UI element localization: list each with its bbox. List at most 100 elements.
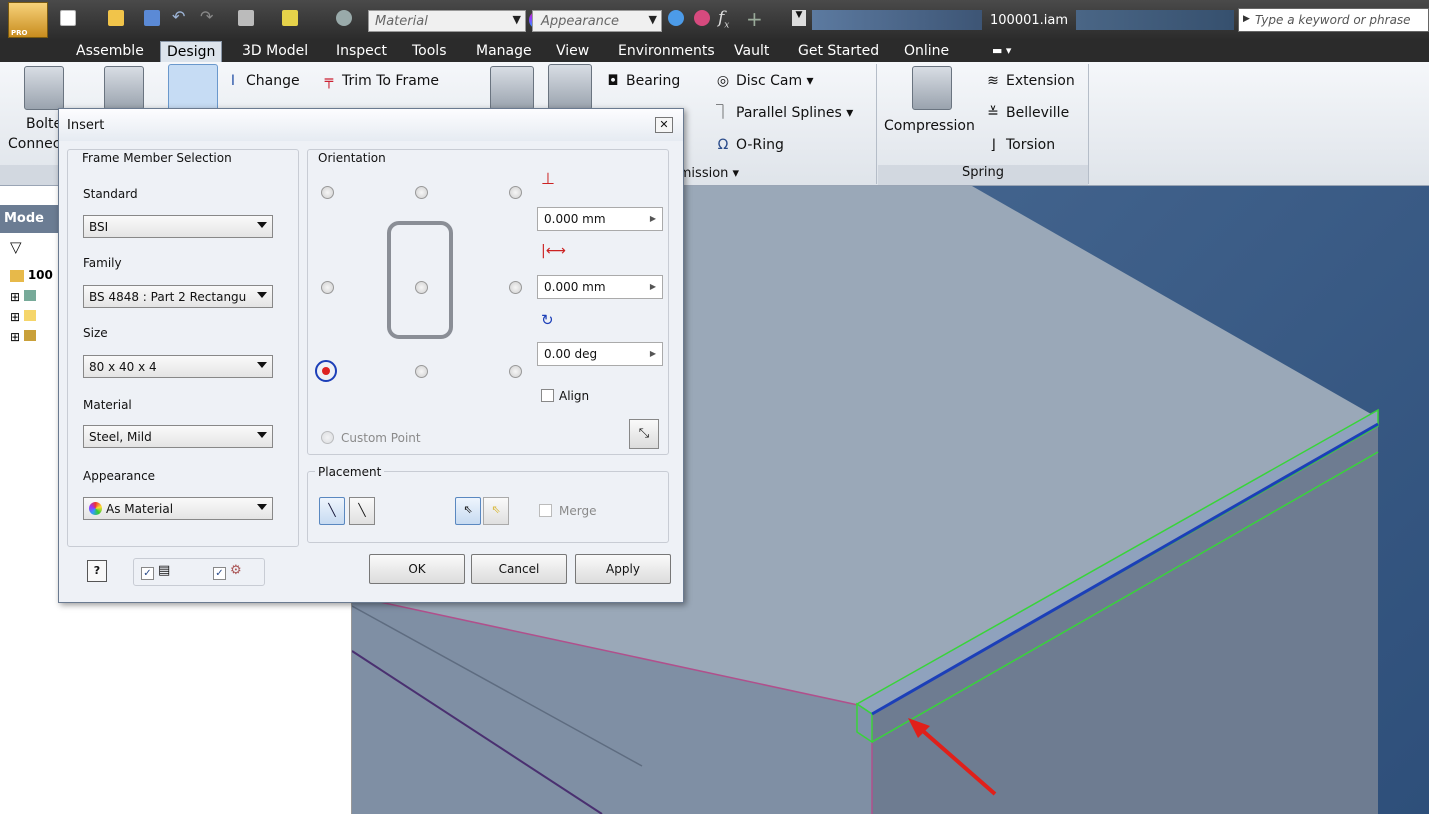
customize-qat-icon[interactable]: ▼: [792, 10, 806, 26]
material-value: Steel, Mild: [89, 430, 152, 444]
select-add-pointer-icon[interactable]: ⇖: [483, 497, 509, 525]
save-icon[interactable]: [144, 10, 160, 26]
select-filter-icon[interactable]: [282, 10, 298, 26]
help-icon[interactable]: ?: [87, 560, 107, 582]
tab-3d-model[interactable]: 3D Model: [236, 41, 314, 62]
merge-checkbox[interactable]: [539, 504, 552, 517]
browser-root-item[interactable]: 100: [10, 268, 53, 282]
material-select[interactable]: Steel, Mild: [83, 425, 273, 448]
orientation-radio-bottom-center[interactable]: [415, 365, 428, 378]
bolted-label-2: Connec: [8, 136, 61, 152]
disc-cam-button[interactable]: ◎ Disc Cam ▾: [714, 72, 814, 90]
new-file-icon[interactable]: [60, 10, 76, 26]
rotation-input[interactable]: 0.00 deg ▶: [537, 342, 663, 366]
cancel-button[interactable]: Cancel: [471, 554, 567, 584]
insert-dialog: Insert ✕ Frame Member Selection Standard…: [58, 108, 684, 603]
open-folder-icon[interactable]: [108, 10, 124, 26]
properties-checkbox[interactable]: ✓: [141, 567, 154, 580]
orientation-radio-top-center[interactable]: [415, 186, 428, 199]
family-select[interactable]: BS 4848 : Part 2 Rectangu: [83, 285, 273, 308]
belleville-button[interactable]: ≚ Belleville: [984, 104, 1069, 122]
extension-button[interactable]: ≋ Extension: [984, 72, 1075, 90]
compression-label[interactable]: Compression: [884, 118, 975, 134]
orientation-radio-middle-right[interactable]: [509, 281, 522, 294]
expand-icon: ▶: [1243, 14, 1250, 24]
tab-get-started[interactable]: Get Started: [792, 41, 885, 62]
custom-point-radio[interactable]: [321, 431, 334, 444]
select-pointer-icon[interactable]: ⇖: [455, 497, 481, 525]
clear-appearance-icon[interactable]: [694, 10, 710, 26]
orientation-radio-top-left[interactable]: [321, 186, 334, 199]
redo-icon[interactable]: ↷: [200, 9, 216, 26]
frame-generator-icon[interactable]: [104, 66, 144, 110]
tab-view[interactable]: View: [550, 41, 595, 62]
filter-icon[interactable]: ▽: [10, 238, 22, 256]
search-placeholder: Type a keyword or phrase: [1255, 13, 1411, 27]
file-naming-checkbox[interactable]: ✓: [213, 567, 226, 580]
orientation-selected-point-icon[interactable]: [315, 360, 337, 382]
chevron-down-icon: [257, 222, 267, 228]
torsion-label: Torsion: [1006, 137, 1056, 153]
family-label: Family: [83, 256, 122, 270]
vertical-offset-icon: ⊥: [541, 169, 555, 188]
o-ring-button[interactable]: Ω O-Ring: [714, 136, 784, 154]
appearance-select[interactable]: As Material: [83, 497, 273, 520]
search-input[interactable]: ▶ Type a keyword or phrase: [1238, 8, 1429, 32]
standard-select[interactable]: BSI: [83, 215, 273, 238]
undo-icon[interactable]: ↶: [172, 9, 188, 26]
ok-button[interactable]: OK: [369, 554, 465, 584]
insert-frame-icon[interactable]: [168, 64, 218, 114]
tab-assemble[interactable]: Assemble: [70, 41, 150, 62]
parallel-splines-button[interactable]: ⏋ Parallel Splines ▾: [714, 104, 853, 122]
horizontal-offset-input[interactable]: 0.000 mm ▶: [537, 275, 663, 299]
adjust-icon[interactable]: [668, 10, 684, 26]
panel-divider-2: [1088, 64, 1089, 184]
browser-item-part[interactable]: ⊞: [10, 330, 36, 344]
bolted-label-1: Bolte: [26, 116, 63, 132]
merge-label: Merge: [559, 504, 597, 518]
settings-icon[interactable]: [336, 10, 352, 26]
fx-icon[interactable]: fx: [718, 8, 729, 30]
application-menu-button[interactable]: PRO: [8, 2, 48, 38]
trim-icon: ╤: [324, 73, 334, 89]
dialog-title: Insert: [59, 109, 683, 141]
add-icon[interactable]: +: [746, 7, 763, 31]
spur-gear-icon[interactable]: [548, 64, 592, 110]
close-icon[interactable]: ✕: [655, 117, 673, 133]
placement-between-points-icon[interactable]: ╲: [349, 497, 375, 525]
spin-arrow-icon: ▶: [649, 282, 656, 291]
panel-divider: [876, 64, 877, 184]
mirror-profile-icon[interactable]: ⤡: [629, 419, 659, 449]
browser-item-representations[interactable]: ⊞: [10, 290, 36, 304]
tab-tools[interactable]: Tools: [406, 41, 453, 62]
tab-vault[interactable]: Vault: [728, 41, 775, 62]
shaft-icon[interactable]: [490, 66, 534, 110]
size-select[interactable]: 80 x 40 x 4: [83, 355, 273, 378]
tab-inspect[interactable]: Inspect: [330, 41, 393, 62]
size-label: Size: [83, 326, 108, 340]
torsion-button[interactable]: ⌋ Torsion: [984, 136, 1055, 154]
select-icon[interactable]: [238, 10, 254, 26]
placement-on-edge-icon[interactable]: ╲: [319, 497, 345, 525]
tab-manage[interactable]: Manage: [470, 41, 538, 62]
trim-to-frame-button[interactable]: ╤ Trim To Frame: [320, 72, 439, 90]
frame-member-selection-title: Frame Member Selection: [79, 151, 235, 165]
change-button[interactable]: I Change: [224, 72, 300, 90]
material-combo[interactable]: Material ▼: [368, 10, 526, 32]
align-checkbox[interactable]: [541, 389, 554, 402]
compression-spring-icon[interactable]: [912, 66, 952, 110]
tab-design[interactable]: Design: [160, 41, 223, 62]
orientation-radio-top-right[interactable]: [509, 186, 522, 199]
vertical-offset-input[interactable]: 0.000 mm ▶: [537, 207, 663, 231]
size-value: 80 x 40 x 4: [89, 360, 157, 374]
browser-item-origin[interactable]: ⊞: [10, 310, 36, 324]
tab-environments[interactable]: Environments: [612, 41, 721, 62]
bearing-button[interactable]: ◘ Bearing: [604, 72, 680, 90]
orientation-radio-middle-left[interactable]: [321, 281, 334, 294]
ribbon-display-icon[interactable]: ▬ ▾: [992, 44, 1011, 57]
bolted-connection-icon[interactable]: [24, 66, 64, 110]
orientation-radio-bottom-right[interactable]: [509, 365, 522, 378]
appearance-combo[interactable]: Appearance ▼: [532, 10, 662, 32]
tab-online[interactable]: Online: [898, 41, 955, 62]
apply-button[interactable]: Apply: [575, 554, 671, 584]
